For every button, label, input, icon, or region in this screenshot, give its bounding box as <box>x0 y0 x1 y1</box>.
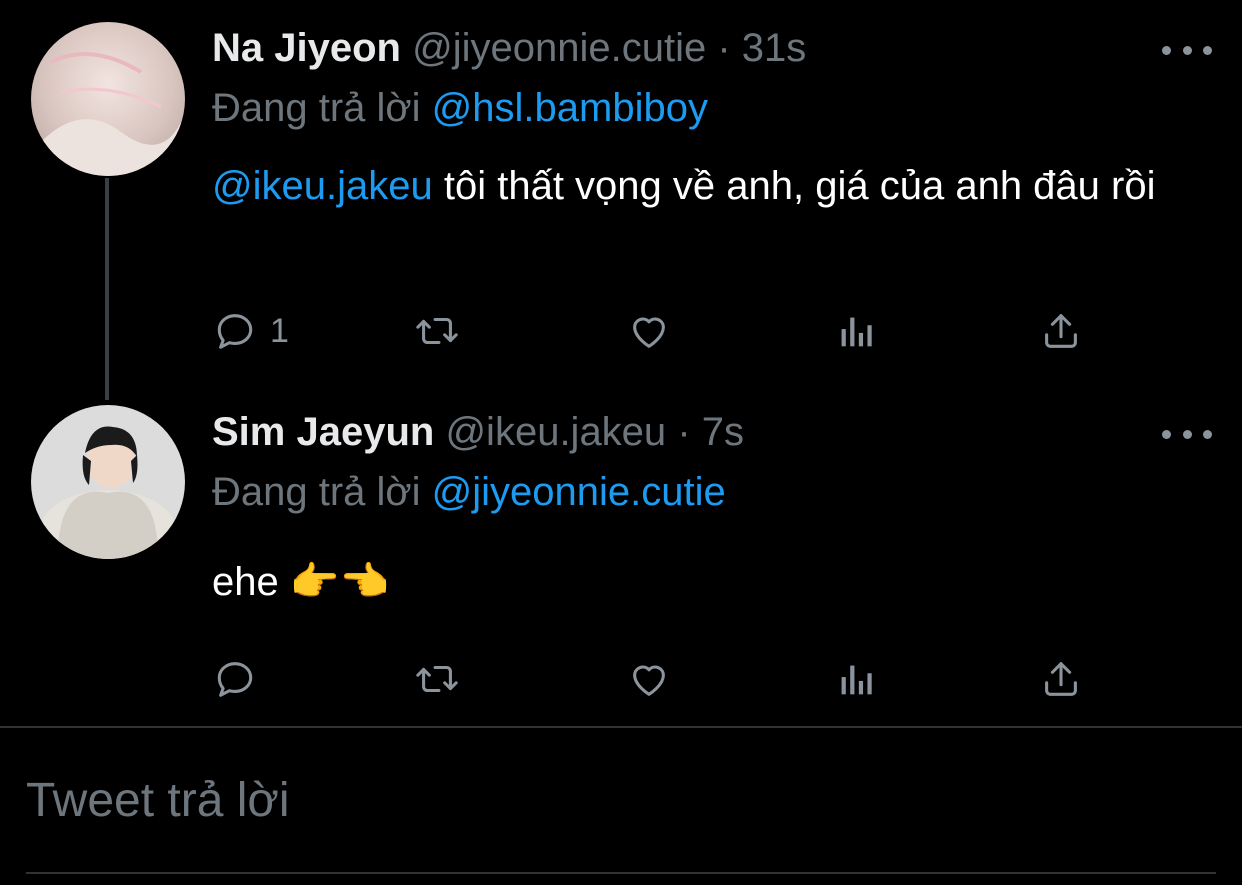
avatar[interactable] <box>31 405 185 559</box>
compose-underline <box>26 872 1216 874</box>
replying-to-handle[interactable]: @hsl.bambiboy <box>432 86 708 130</box>
analytics-icon <box>841 665 872 695</box>
like-icon <box>633 665 665 696</box>
display-name[interactable]: Na Jiyeon <box>212 26 401 70</box>
separator: · <box>717 26 731 70</box>
mention-link[interactable]: @ikeu.jakeu <box>212 164 433 208</box>
share-button[interactable] <box>1038 306 1084 356</box>
analytics-button[interactable] <box>832 654 878 704</box>
analytics-button[interactable] <box>832 306 878 356</box>
tweet-actions <box>212 654 1092 704</box>
replying-to: Đang trả lời @hsl.bambiboy <box>212 86 708 131</box>
thread-line <box>105 178 109 400</box>
tweet-text: ehe 👉👈 <box>212 556 1172 609</box>
retweet-button[interactable] <box>414 306 460 356</box>
analytics-icon <box>841 317 872 347</box>
tweet-text: @ikeu.jakeu tôi thất vọng về anh, giá củ… <box>212 160 1172 213</box>
avatar[interactable] <box>31 22 185 176</box>
tweet-header: Sim Jaeyun @ikeu.jakeu · 7s <box>212 410 744 455</box>
tweet-actions: 1 <box>212 306 1092 356</box>
more-icon[interactable] <box>1162 424 1212 444</box>
share-icon <box>1045 314 1077 348</box>
timestamp[interactable]: 31s <box>742 26 807 70</box>
handle[interactable]: @ikeu.jakeu <box>445 410 666 454</box>
retweet-button[interactable] <box>414 654 460 704</box>
reply-count: 1 <box>270 311 289 350</box>
display-name[interactable]: Sim Jaeyun <box>212 410 434 454</box>
tweet-body: ehe 👉👈 <box>212 560 390 604</box>
reply-icon <box>217 314 253 349</box>
separator: · <box>677 410 691 454</box>
reply-icon <box>217 662 253 697</box>
replying-prefix: Đang trả lời <box>212 470 421 514</box>
timestamp[interactable]: 7s <box>702 410 744 454</box>
compose-placeholder: Tweet trả lời <box>26 774 290 827</box>
more-icon[interactable] <box>1162 40 1212 60</box>
tweet-header: Na Jiyeon @jiyeonnie.cutie · 31s <box>212 26 806 71</box>
tweet-body: tôi thất vọng về anh, giá của anh đâu rồ… <box>443 164 1156 208</box>
reply-button[interactable]: 1 <box>212 306 289 356</box>
retweet-icon <box>416 665 458 693</box>
replying-to: Đang trả lời @jiyeonnie.cutie <box>212 470 726 515</box>
share-button[interactable] <box>1038 654 1084 704</box>
divider <box>0 726 1242 728</box>
reply-button[interactable] <box>212 654 270 704</box>
handle[interactable]: @jiyeonnie.cutie <box>412 26 706 70</box>
like-button[interactable] <box>626 306 672 356</box>
reply-compose-input[interactable]: Tweet trả lời <box>26 773 290 828</box>
share-icon <box>1045 662 1077 696</box>
replying-prefix: Đang trả lời <box>212 86 421 130</box>
like-button[interactable] <box>626 654 672 704</box>
like-icon <box>633 317 665 348</box>
replying-to-handle[interactable]: @jiyeonnie.cutie <box>432 470 726 514</box>
retweet-icon <box>416 317 458 345</box>
